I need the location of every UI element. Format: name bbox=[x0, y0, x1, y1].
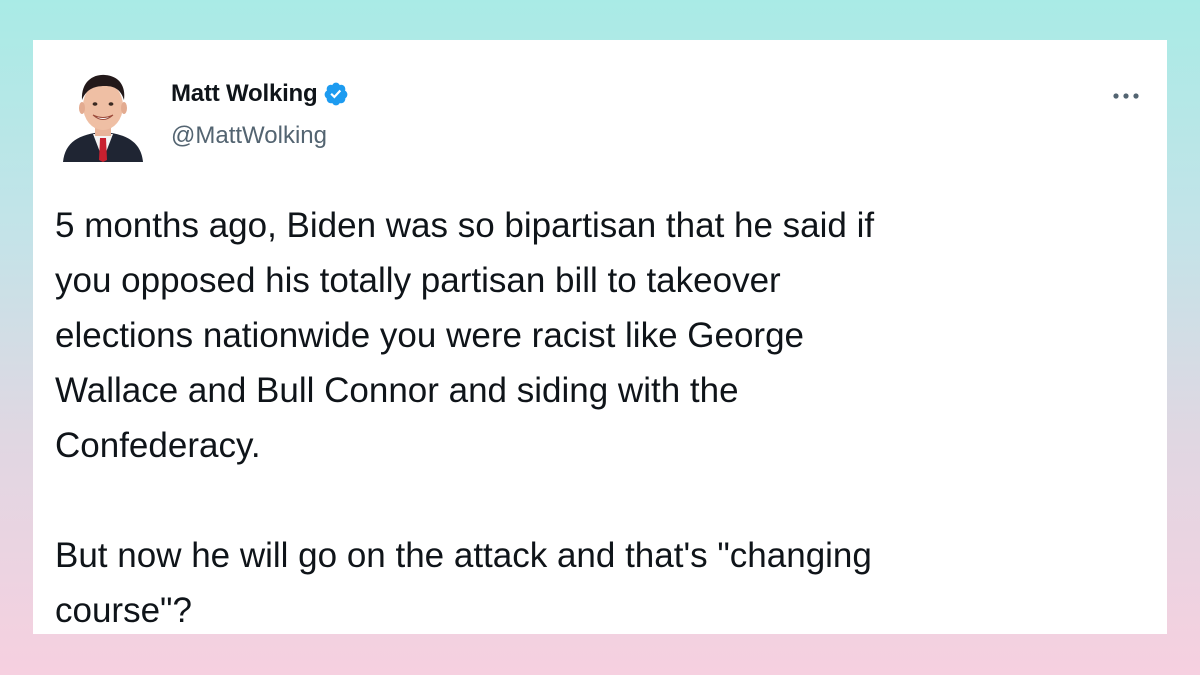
tweet-paragraph: But now he will go on the attack and tha… bbox=[55, 536, 872, 630]
more-options-button[interactable] bbox=[1109, 84, 1143, 108]
tweet-paragraph: 5 months ago, Biden was so bipartisan th… bbox=[55, 206, 875, 465]
verified-badge-icon bbox=[323, 81, 349, 107]
tweet-text: 5 months ago, Biden was so bipartisan th… bbox=[55, 198, 1145, 634]
author-name-row: Matt Wolking bbox=[171, 80, 349, 108]
tweet-card: Matt Wolking @MattWolking 5 months ago, … bbox=[33, 40, 1167, 634]
author-display-name[interactable]: Matt Wolking bbox=[171, 80, 318, 108]
avatar-photo bbox=[63, 74, 143, 162]
avatar[interactable] bbox=[61, 68, 145, 162]
more-options-icon bbox=[1113, 93, 1139, 99]
author-handle[interactable]: @MattWolking bbox=[171, 122, 327, 150]
